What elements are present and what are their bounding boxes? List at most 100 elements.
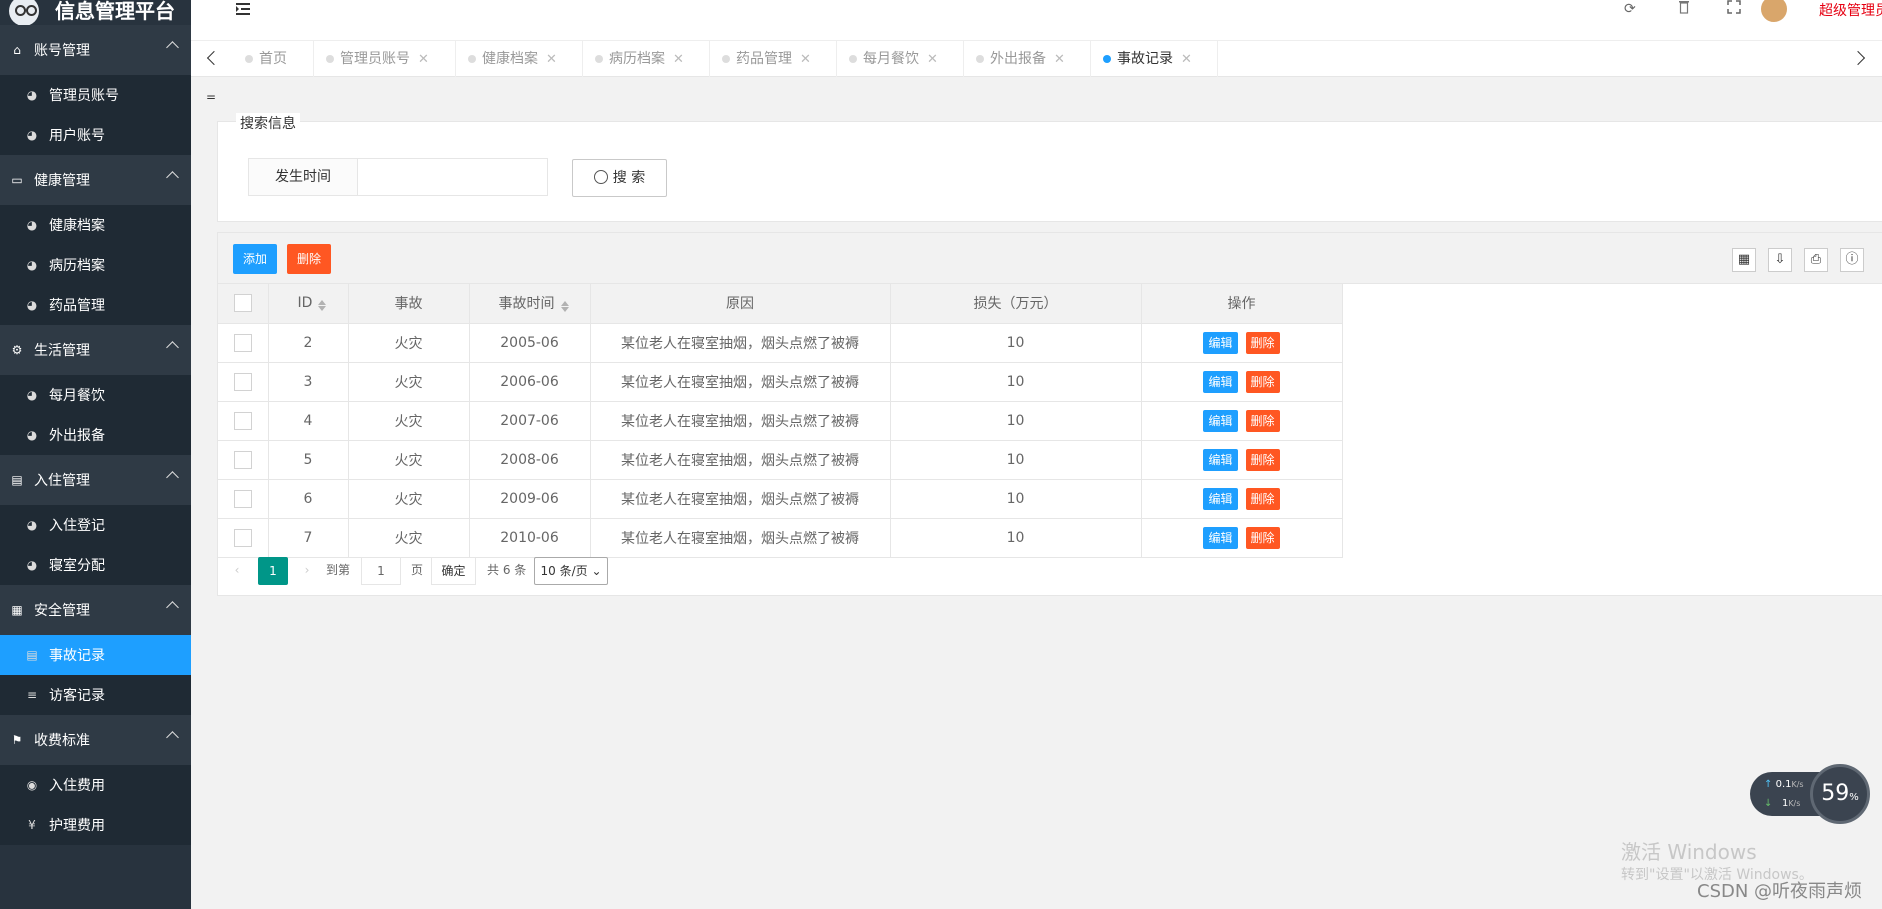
column-header-loss: 损失（万元） bbox=[890, 284, 1142, 324]
search-date-input[interactable] bbox=[358, 158, 548, 196]
sidebar-group[interactable]: ▭ 健康管理 bbox=[0, 155, 191, 205]
sidebar-group[interactable]: ▦ 安全管理 bbox=[0, 585, 191, 635]
page-current[interactable]: 1 bbox=[258, 557, 288, 585]
cell-reason: 某位老人在寝室抽烟，烟头点燃了被褥 bbox=[590, 362, 891, 402]
tab[interactable]: 首页 bbox=[233, 41, 314, 77]
edit-button[interactable]: 编辑 bbox=[1203, 487, 1238, 510]
close-icon[interactable]: ✕ bbox=[1054, 52, 1065, 67]
search-button-label: 搜 索 bbox=[612, 170, 646, 186]
page-prev-icon[interactable]: ‹ bbox=[230, 557, 244, 585]
row-checkbox[interactable] bbox=[233, 333, 252, 352]
sidebar-group-label: 收费标准 bbox=[34, 733, 90, 749]
row-delete-button[interactable]: 删除 bbox=[1245, 487, 1280, 510]
sidebar-item[interactable]: ≡ 访客记录 bbox=[0, 675, 191, 715]
sidebar-group[interactable]: ⚑ 收费标准 bbox=[0, 715, 191, 765]
sidebar-item[interactable]: ◕ 病历档案 bbox=[0, 245, 191, 285]
row-checkbox[interactable] bbox=[233, 489, 252, 508]
export-icon[interactable]: ⇩ bbox=[1768, 248, 1792, 272]
cell-time: 2005-06 bbox=[469, 323, 591, 363]
select-all-checkbox[interactable] bbox=[233, 294, 252, 313]
column-header-id[interactable]: ID bbox=[268, 284, 349, 324]
tab[interactable]: 事故记录 ✕ bbox=[1091, 41, 1218, 77]
row-checkbox-cell[interactable] bbox=[218, 401, 269, 441]
app-title: 信息管理平台 bbox=[55, 0, 175, 23]
sidebar-item[interactable]: ◕ 入住登记 bbox=[0, 505, 191, 545]
goto-input[interactable]: 1 bbox=[361, 557, 401, 585]
page-size-select[interactable]: 10 条/页 ⌄ bbox=[534, 557, 608, 585]
sidebar-item[interactable]: ¥ 护理费用 bbox=[0, 805, 191, 845]
row-delete-button[interactable]: 删除 bbox=[1245, 409, 1280, 432]
sidebar-submenu: ◕ 管理员账号 ◕ 用户账号 bbox=[0, 75, 191, 155]
sidebar-group[interactable]: ⌂ 账号管理 bbox=[0, 25, 191, 75]
row-checkbox[interactable] bbox=[233, 372, 252, 391]
sidebar-submenu: ◉ 入住费用 ¥ 护理费用 bbox=[0, 765, 191, 845]
row-delete-button[interactable]: 删除 bbox=[1245, 331, 1280, 354]
tab-label: 药品管理 bbox=[736, 51, 792, 67]
sidebar-item[interactable]: ◉ 入住费用 bbox=[0, 765, 191, 805]
sidebar-item[interactable]: ◕ 健康档案 bbox=[0, 205, 191, 245]
trash-icon[interactable] bbox=[1678, 0, 1690, 14]
row-checkbox[interactable] bbox=[233, 528, 252, 547]
sidebar-item[interactable]: ◕ 用户账号 bbox=[0, 115, 191, 155]
row-checkbox-cell[interactable] bbox=[218, 440, 269, 480]
row-checkbox[interactable] bbox=[233, 450, 252, 469]
add-button[interactable]: 添加 bbox=[233, 244, 278, 274]
user-name[interactable]: 超级管理员 bbox=[1819, 0, 1882, 20]
edit-button[interactable]: 编辑 bbox=[1203, 409, 1238, 432]
sidebar-group-label: 安全管理 bbox=[34, 603, 90, 619]
row-checkbox[interactable] bbox=[233, 411, 252, 430]
tab[interactable]: 每月餐饮 ✕ bbox=[837, 41, 964, 77]
select-all-checkbox-cell[interactable] bbox=[218, 284, 269, 324]
row-delete-button[interactable]: 删除 bbox=[1245, 370, 1280, 393]
tab[interactable]: 健康档案 ✕ bbox=[456, 41, 583, 77]
tab-prev-icon[interactable] bbox=[206, 50, 222, 66]
delete-button[interactable]: 删除 bbox=[287, 244, 332, 274]
page-next-icon[interactable]: › bbox=[300, 557, 314, 585]
sidebar-group[interactable]: ⚙ 生活管理 bbox=[0, 325, 191, 375]
tab[interactable]: 管理员账号 ✕ bbox=[314, 41, 456, 77]
confirm-button[interactable]: 确定 bbox=[431, 557, 476, 585]
row-checkbox-cell[interactable] bbox=[218, 362, 269, 402]
flag-icon: ⚑ bbox=[11, 733, 23, 747]
info-icon[interactable]: ⓘ bbox=[1840, 248, 1864, 272]
total-count: 共 6 条 bbox=[487, 563, 527, 577]
sidebar-item[interactable]: ◕ 管理员账号 bbox=[0, 75, 191, 115]
sidebar-item[interactable]: ◕ 药品管理 bbox=[0, 285, 191, 325]
row-checkbox-cell[interactable] bbox=[218, 479, 269, 519]
menu-toggle-icon[interactable] bbox=[236, 2, 252, 16]
sidebar-group[interactable]: ▤ 入住管理 bbox=[0, 455, 191, 505]
tab[interactable]: 药品管理 ✕ bbox=[710, 41, 837, 77]
close-icon[interactable]: ✕ bbox=[546, 52, 557, 67]
tab[interactable]: 外出报备 ✕ bbox=[964, 41, 1091, 77]
close-icon[interactable]: ✕ bbox=[927, 52, 938, 67]
sidebar-item[interactable]: ▤ 事故记录 bbox=[0, 635, 191, 675]
tab-dot-icon bbox=[722, 55, 730, 63]
fullscreen-icon[interactable] bbox=[1727, 0, 1741, 14]
sidebar-item[interactable]: ◕ 寝室分配 bbox=[0, 545, 191, 585]
edit-button[interactable]: 编辑 bbox=[1203, 448, 1238, 471]
home-icon: ⌂ bbox=[13, 43, 21, 57]
tab[interactable]: 病历档案 ✕ bbox=[583, 41, 710, 77]
column-header-time[interactable]: 事故时间 bbox=[469, 284, 591, 324]
row-delete-button[interactable]: 删除 bbox=[1245, 448, 1280, 471]
list-alt-icon: ▤ bbox=[26, 648, 38, 662]
close-icon[interactable]: ✕ bbox=[673, 52, 684, 67]
tab-next-icon[interactable] bbox=[1850, 50, 1866, 66]
close-icon[interactable]: ✕ bbox=[418, 52, 429, 67]
search-legend: 搜索信息 bbox=[236, 113, 300, 133]
cell-actions: 编辑 删除 bbox=[1141, 362, 1343, 402]
refresh-icon[interactable]: ⟳ bbox=[1624, 1, 1636, 17]
print-icon[interactable]: ⎙ bbox=[1804, 248, 1828, 272]
close-icon[interactable]: ✕ bbox=[800, 52, 811, 67]
sidebar-item[interactable]: ◕ 外出报备 bbox=[0, 415, 191, 455]
sidebar-item[interactable]: ◕ 每月餐饮 bbox=[0, 375, 191, 415]
row-checkbox-cell[interactable] bbox=[218, 323, 269, 363]
close-icon[interactable]: ✕ bbox=[1181, 52, 1192, 67]
search-button[interactable]: 搜 索 bbox=[572, 159, 667, 197]
user-avatar[interactable] bbox=[1759, 0, 1789, 24]
sidebar-submenu: ▤ 事故记录 ≡ 访客记录 bbox=[0, 635, 191, 715]
edit-button[interactable]: 编辑 bbox=[1203, 331, 1238, 354]
edit-button[interactable]: 编辑 bbox=[1203, 370, 1238, 393]
columns-icon[interactable]: ▦ bbox=[1732, 248, 1756, 272]
network-speed-widget[interactable]: ↑ 0.1K/s ↓ 1K/s 59% bbox=[1750, 764, 1870, 824]
